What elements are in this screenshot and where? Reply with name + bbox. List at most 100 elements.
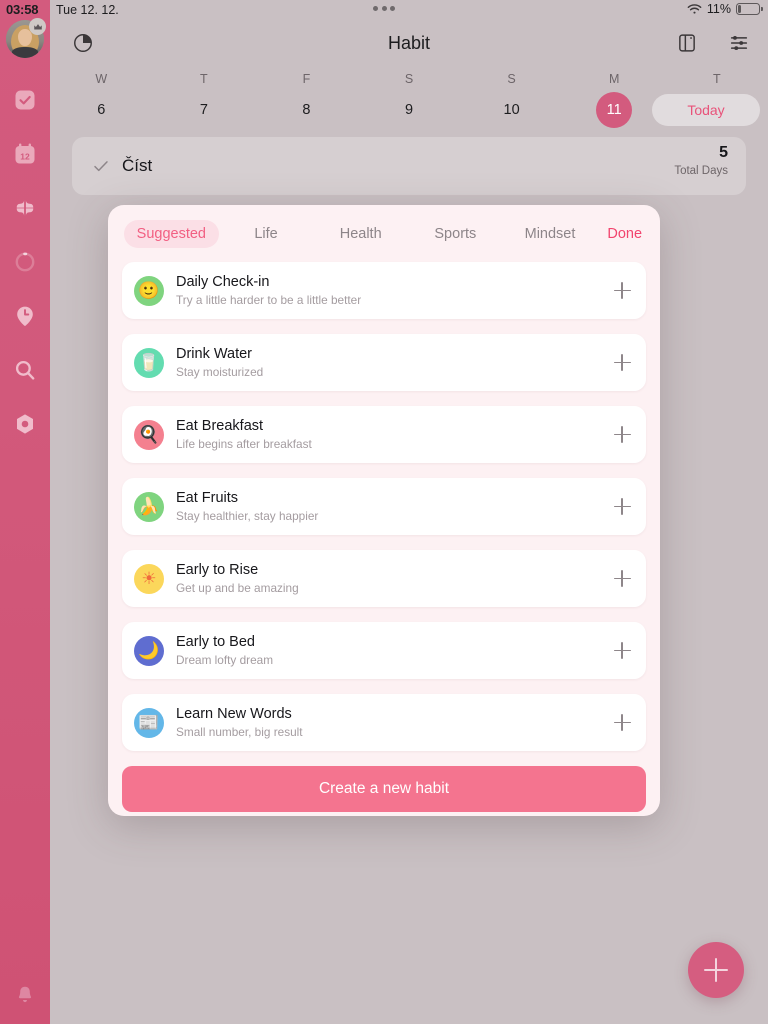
habit-subtitle: Stay healthier, stay happier xyxy=(176,509,319,523)
list-item-text: Early to Bed Dream lofty dream xyxy=(176,633,273,668)
weekday-label: M xyxy=(608,72,620,86)
svg-text:12: 12 xyxy=(20,151,30,161)
sidebar-item-calendar[interactable]: 12 xyxy=(9,138,41,170)
plus-icon xyxy=(704,958,728,982)
filter-settings-button[interactable] xyxy=(726,30,752,56)
sidebar-item-tasks[interactable] xyxy=(9,84,41,116)
tab-life[interactable]: Life xyxy=(219,226,314,242)
clock-pin-icon xyxy=(17,306,33,326)
habit-title: Drink Water xyxy=(176,346,252,362)
add-habit-modal: Suggested Life Health Sports Mindset Don… xyxy=(108,205,660,816)
list-item[interactable]: 📰 Learn New Words Small number, big resu… xyxy=(122,694,646,751)
habit-total-days-value: 5 xyxy=(719,144,728,161)
weekday-label: T xyxy=(200,72,208,86)
today-label: Today xyxy=(687,102,725,118)
list-item[interactable]: 🍳 Eat Breakfast Life begins after breakf… xyxy=(122,406,646,463)
habit-stats: 5 Total Days xyxy=(674,143,728,179)
today-button[interactable]: Today xyxy=(652,94,760,126)
suggested-habit-list: 🙂 Daily Check-in Try a little harder to … xyxy=(108,262,660,751)
moon-sleep-icon: 🌙 xyxy=(134,635,164,666)
tab-health[interactable]: Health xyxy=(313,226,408,242)
hexagon-settings-icon xyxy=(17,414,33,434)
habit-subtitle: Stay moisturized xyxy=(176,365,264,379)
emoji-glyph: 📰 xyxy=(138,713,160,732)
weekday-label: F xyxy=(302,72,311,86)
day-cell[interactable]: 10 xyxy=(460,92,563,128)
emoji-glyph: ☀ xyxy=(141,569,157,588)
habit-subtitle: Life begins after breakfast xyxy=(176,437,312,451)
banana-icon: 🍌 xyxy=(134,491,164,522)
emoji-glyph: 🍳 xyxy=(138,425,160,444)
crown-icon xyxy=(29,18,46,35)
tab-sports[interactable]: Sports xyxy=(408,226,503,242)
emoji-glyph: 🙂 xyxy=(138,281,160,300)
day-cell[interactable]: 8 xyxy=(255,92,358,128)
sidebar-nav: 12 xyxy=(9,84,41,440)
add-icon[interactable] xyxy=(612,713,632,733)
habit-subtitle: Get up and be amazing xyxy=(176,581,299,595)
check-square-icon xyxy=(15,90,35,110)
day-cell-selected[interactable]: 11 xyxy=(563,92,666,128)
habit-summary-row[interactable]: Číst 5 Total Days xyxy=(72,137,746,195)
battery-percent: 11% xyxy=(706,2,731,16)
list-item[interactable]: 🌙 Early to Bed Dream lofty dream xyxy=(122,622,646,679)
weekday-labels: W T F S S M T xyxy=(50,72,768,86)
add-icon[interactable] xyxy=(612,569,632,589)
battery-icon xyxy=(736,3,763,15)
sidebar-item-timer[interactable] xyxy=(9,300,41,332)
grid-four-icon xyxy=(16,199,34,217)
habit-title: Early to Rise xyxy=(176,562,259,578)
list-item[interactable]: 🙂 Daily Check-in Try a little harder to … xyxy=(122,262,646,319)
category-tabs: Suggested Life Health Sports Mindset Don… xyxy=(108,205,660,262)
day-number: 11 xyxy=(596,92,633,128)
day-number: 8 xyxy=(302,102,311,118)
add-habit-fab[interactable] xyxy=(688,942,744,998)
list-item[interactable]: 🍌 Eat Fruits Stay healthier, stay happie… xyxy=(122,478,646,535)
list-item-text: Learn New Words Small number, big result xyxy=(176,705,303,740)
day-number: 9 xyxy=(404,102,414,118)
sidebar-item-habits[interactable] xyxy=(9,192,41,224)
add-icon[interactable] xyxy=(612,641,632,661)
habit-title: Eat Breakfast xyxy=(176,418,264,434)
done-button[interactable]: Done xyxy=(607,226,642,242)
status-right: 11% xyxy=(687,2,763,16)
weekday-label: W xyxy=(95,72,108,86)
tab-mindset[interactable]: Mindset xyxy=(503,226,598,242)
panel-toggle-button[interactable] xyxy=(674,30,700,56)
day-cell[interactable]: 9 xyxy=(358,92,461,128)
day-number: 10 xyxy=(503,102,520,118)
sidebar-toggle-icon xyxy=(679,34,695,52)
sliders-icon xyxy=(730,35,748,51)
day-cell[interactable]: 7 xyxy=(153,92,256,128)
notifications-button[interactable] xyxy=(10,980,40,1010)
avatar[interactable] xyxy=(6,18,46,58)
add-icon[interactable] xyxy=(612,425,632,445)
create-new-habit-button[interactable]: Create a new habit xyxy=(122,766,646,812)
add-icon[interactable] xyxy=(612,281,632,301)
weekday-label: T xyxy=(712,72,721,86)
tab-suggested[interactable]: Suggested xyxy=(124,219,219,248)
navbar-actions xyxy=(674,30,752,56)
add-icon[interactable] xyxy=(612,497,632,517)
sidebar-item-search[interactable] xyxy=(9,354,41,386)
status-date: Tue 12. 12. xyxy=(56,3,119,17)
weekday-label: S xyxy=(404,72,414,86)
habit-title: Early to Bed xyxy=(176,634,255,650)
sun-icon: ☀ xyxy=(134,563,164,594)
emoji-glyph: 🌙 xyxy=(138,641,160,660)
sidebar-item-progress[interactable] xyxy=(9,246,41,278)
list-item[interactable]: 🥛 Drink Water Stay moisturized xyxy=(122,334,646,391)
search-icon xyxy=(15,360,35,380)
emoji-glyph: 🍌 xyxy=(138,497,160,516)
list-item[interactable]: ☀ Early to Rise Get up and be amazing xyxy=(122,550,646,607)
water-glass-icon: 🥛 xyxy=(134,347,164,378)
sidebar-item-settings[interactable] xyxy=(9,408,41,440)
add-icon[interactable] xyxy=(612,353,632,373)
habit-subtitle: Dream lofty dream xyxy=(176,653,274,667)
multitask-dots-icon[interactable] xyxy=(373,6,395,11)
calendar-12-icon: 12 xyxy=(15,143,35,164)
day-cell[interactable]: 6 xyxy=(50,92,153,128)
check-icon[interactable] xyxy=(92,157,110,175)
list-item-text: Daily Check-in Try a little harder to be… xyxy=(176,273,361,308)
list-item-text: Early to Rise Get up and be amazing xyxy=(176,561,299,596)
